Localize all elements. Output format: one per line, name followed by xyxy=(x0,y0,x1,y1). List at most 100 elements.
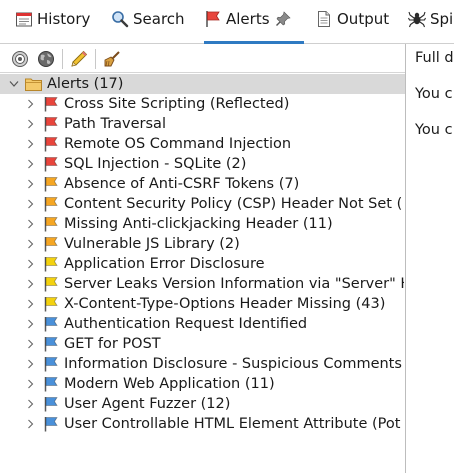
chevron-right-icon[interactable] xyxy=(27,199,34,209)
tree-alert-label: User Controllable HTML Element Attribute… xyxy=(64,416,401,432)
flag-icon xyxy=(206,11,220,27)
detail-text-line: You c xyxy=(415,86,453,102)
chevron-right-icon[interactable] xyxy=(27,119,34,129)
tree-alert-item[interactable]: Modern Web Application (11) xyxy=(0,374,405,394)
tree-alert-label: GET for POST xyxy=(64,336,161,352)
tree-alert-label: Remote OS Command Injection xyxy=(64,136,292,152)
tree-alert-item[interactable]: Content Security Policy (CSP) Header Not… xyxy=(0,194,405,214)
spider-icon xyxy=(408,11,426,28)
tab-history-label: History xyxy=(37,10,91,28)
risk-flag-icon xyxy=(44,197,58,212)
tab-search-label: Search xyxy=(133,10,185,28)
chevron-right-icon[interactable] xyxy=(27,259,34,269)
risk-flag-icon xyxy=(44,97,58,112)
risk-flag-icon xyxy=(44,397,58,412)
tree-alert-label: Authentication Request Identified xyxy=(64,316,308,332)
broom-icon[interactable] xyxy=(103,50,121,68)
risk-flag-icon xyxy=(44,357,58,372)
risk-flag-icon xyxy=(44,377,58,392)
folder-icon xyxy=(25,78,42,91)
detail-text-line: Full d xyxy=(415,50,454,66)
tree-alert-item[interactable]: Server Leaks Version Information via "Se… xyxy=(0,274,405,294)
tree-alert-item[interactable]: Application Error Disclosure xyxy=(0,254,405,274)
tab-spider[interactable]: Spi xyxy=(408,10,454,44)
tree-alert-label: SQL Injection - SQLite (2) xyxy=(64,156,247,172)
scope-filter-icon[interactable] xyxy=(11,50,29,68)
tree-alert-item[interactable]: User Controllable HTML Element Attribute… xyxy=(0,414,405,434)
tree-alert-label: Path Traversal xyxy=(64,116,166,132)
chevron-right-icon[interactable] xyxy=(27,399,34,409)
tree-alert-label: Cross Site Scripting (Reflected) xyxy=(64,96,290,112)
chevron-right-icon[interactable] xyxy=(27,359,34,369)
tree-alert-item[interactable]: User Agent Fuzzer (12) xyxy=(0,394,405,414)
tree-alert-label: Application Error Disclosure xyxy=(64,256,265,272)
risk-flag-icon xyxy=(44,117,58,132)
search-icon xyxy=(112,11,129,28)
tab-history[interactable]: History xyxy=(15,10,99,44)
tree-alert-label: Modern Web Application (11) xyxy=(64,376,275,392)
risk-flag-icon xyxy=(44,237,58,252)
tree-alert-item[interactable]: X-Content-Type-Options Header Missing (4… xyxy=(0,294,405,314)
tree-alert-label: Missing Anti-clickjacking Header (11) xyxy=(64,216,333,232)
tree-alert-item[interactable]: Remote OS Command Injection xyxy=(0,134,405,154)
tree-alert-item[interactable]: GET for POST xyxy=(0,334,405,354)
risk-flag-icon xyxy=(44,337,58,352)
risk-flag-icon xyxy=(44,257,58,272)
risk-flag-icon xyxy=(44,417,58,432)
chevron-down-icon[interactable] xyxy=(9,80,19,88)
risk-flag-icon xyxy=(44,317,58,332)
document-icon xyxy=(318,11,330,27)
chevron-right-icon[interactable] xyxy=(27,339,34,349)
alerts-panel: Alerts (17) Cross Site Scripting (Reflec… xyxy=(0,44,406,473)
tree-root-label: Alerts (17) xyxy=(47,76,124,92)
chevron-right-icon[interactable] xyxy=(27,99,34,109)
tree-alert-item[interactable]: Absence of Anti-CSRF Tokens (7) xyxy=(0,174,405,194)
tree-alert-label: Content Security Policy (CSP) Header Not… xyxy=(64,196,403,212)
alert-details-panel: Full d You c You c xyxy=(406,44,454,473)
toolbar-separator xyxy=(95,49,96,69)
pencil-icon[interactable] xyxy=(70,50,88,68)
tree-alert-item[interactable]: Authentication Request Identified xyxy=(0,314,405,334)
alerts-toolbar xyxy=(0,44,405,73)
tree-alert-item[interactable]: Cross Site Scripting (Reflected) xyxy=(0,94,405,114)
risk-flag-icon xyxy=(44,177,58,192)
chevron-right-icon[interactable] xyxy=(27,279,34,289)
chevron-right-icon[interactable] xyxy=(27,299,34,309)
detail-text-line: You c xyxy=(415,122,453,138)
risk-flag-icon xyxy=(44,297,58,312)
tree-alert-label: User Agent Fuzzer (12) xyxy=(64,396,231,412)
risk-flag-icon xyxy=(44,157,58,172)
risk-flag-icon xyxy=(44,137,58,152)
tree-alert-item[interactable]: Information Disclosure - Suspicious Comm… xyxy=(0,354,405,374)
risk-flag-icon xyxy=(44,217,58,232)
chevron-right-icon[interactable] xyxy=(27,159,34,169)
tab-output-label: Output xyxy=(337,10,390,28)
tree-root-alerts[interactable]: Alerts (17) xyxy=(0,74,405,94)
tab-alerts[interactable]: Alerts xyxy=(204,10,304,44)
tree-alert-item[interactable]: SQL Injection - SQLite (2) xyxy=(0,154,405,174)
tree-alert-item[interactable]: Vulnerable JS Library (2) xyxy=(0,234,405,254)
chevron-right-icon[interactable] xyxy=(27,379,34,389)
chevron-right-icon[interactable] xyxy=(27,239,34,249)
tab-search[interactable]: Search xyxy=(111,10,191,44)
chevron-right-icon[interactable] xyxy=(27,139,34,149)
tree-alert-label: Information Disclosure - Suspicious Comm… xyxy=(64,356,402,372)
tab-bar: History Search Alerts Output Spi xyxy=(0,0,454,44)
globe-icon[interactable] xyxy=(37,50,55,68)
chevron-right-icon[interactable] xyxy=(27,179,34,189)
tree-alert-label: Server Leaks Version Information via "Se… xyxy=(64,276,404,292)
chevron-right-icon[interactable] xyxy=(27,219,34,229)
history-icon xyxy=(16,12,32,27)
tab-output[interactable]: Output xyxy=(315,10,391,44)
toolbar-separator xyxy=(62,49,63,69)
pin-icon[interactable] xyxy=(275,11,291,27)
chevron-right-icon[interactable] xyxy=(27,419,34,429)
tree-alert-item[interactable]: Missing Anti-clickjacking Header (11) xyxy=(0,214,405,234)
tab-spider-label: Spi xyxy=(430,10,454,28)
tree-alert-label: X-Content-Type-Options Header Missing (4… xyxy=(64,296,386,312)
chevron-right-icon[interactable] xyxy=(27,319,34,329)
tree-alert-label: Absence of Anti-CSRF Tokens (7) xyxy=(64,176,300,192)
tab-alerts-label: Alerts xyxy=(226,10,270,28)
risk-flag-icon xyxy=(44,277,58,292)
tree-alert-item[interactable]: Path Traversal xyxy=(0,114,405,134)
